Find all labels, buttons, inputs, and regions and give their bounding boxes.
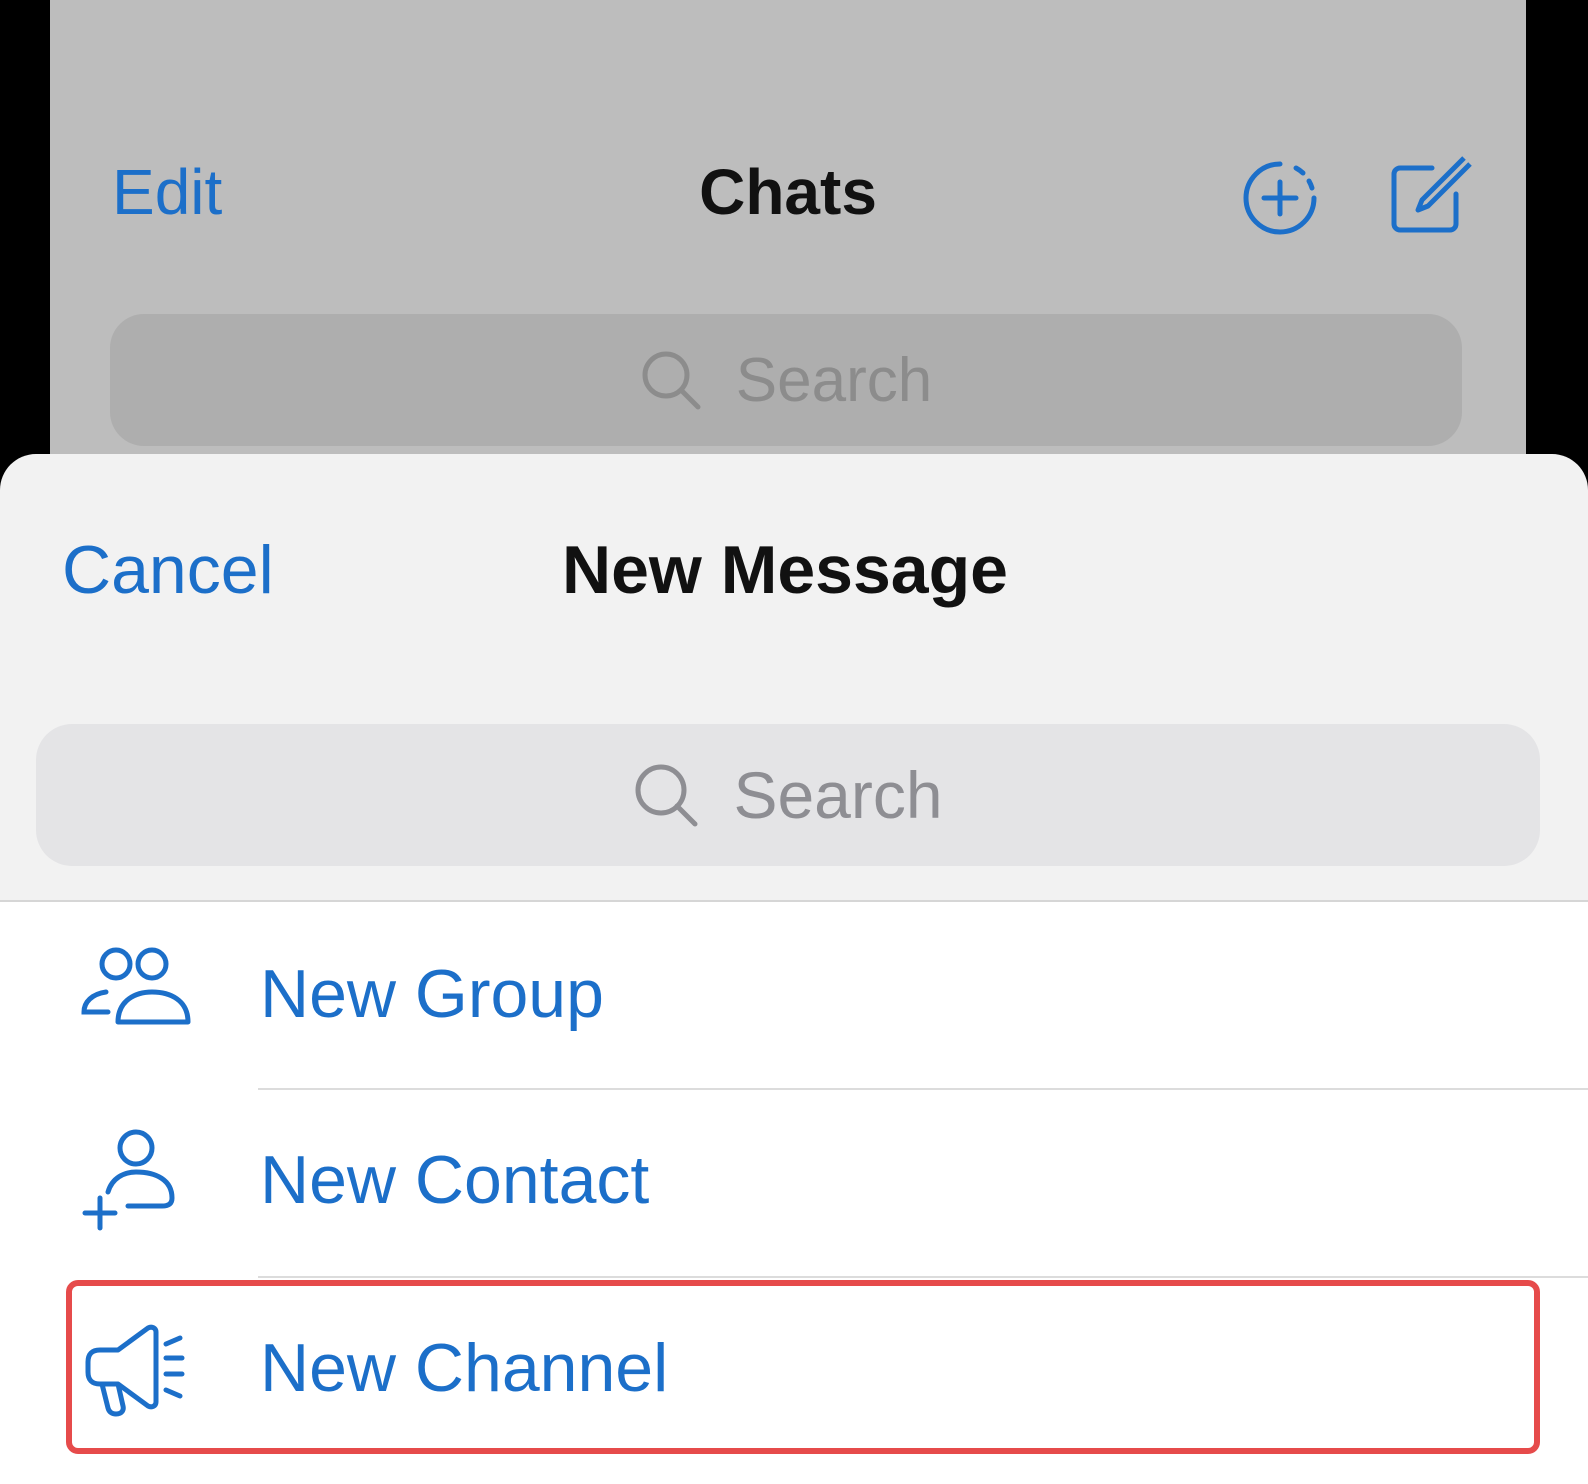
new-contact-label: New Contact [260, 1142, 650, 1218]
highlight-box [66, 1280, 1540, 1454]
list-item-new-group[interactable]: New Group [0, 902, 1588, 1088]
background-chats-screen: Edit Chats Search [50, 0, 1526, 470]
search-input[interactable]: Search [36, 724, 1540, 866]
background-search-placeholder: Search [735, 345, 933, 415]
sheet-title: New Message [562, 532, 1008, 608]
search-icon [635, 764, 698, 827]
new-group-label: New Group [260, 956, 604, 1032]
add-contact-icon [82, 1129, 175, 1231]
group-icon [81, 947, 191, 1025]
search-placeholder: Search [733, 758, 943, 832]
search-icon [642, 351, 701, 410]
add-story-icon[interactable] [1240, 158, 1320, 238]
background-search-bar[interactable]: Search [110, 314, 1462, 446]
compose-icon[interactable] [1386, 152, 1472, 238]
list-item-new-contact[interactable]: New Contact [0, 1090, 1588, 1276]
cancel-button[interactable]: Cancel [62, 536, 274, 604]
